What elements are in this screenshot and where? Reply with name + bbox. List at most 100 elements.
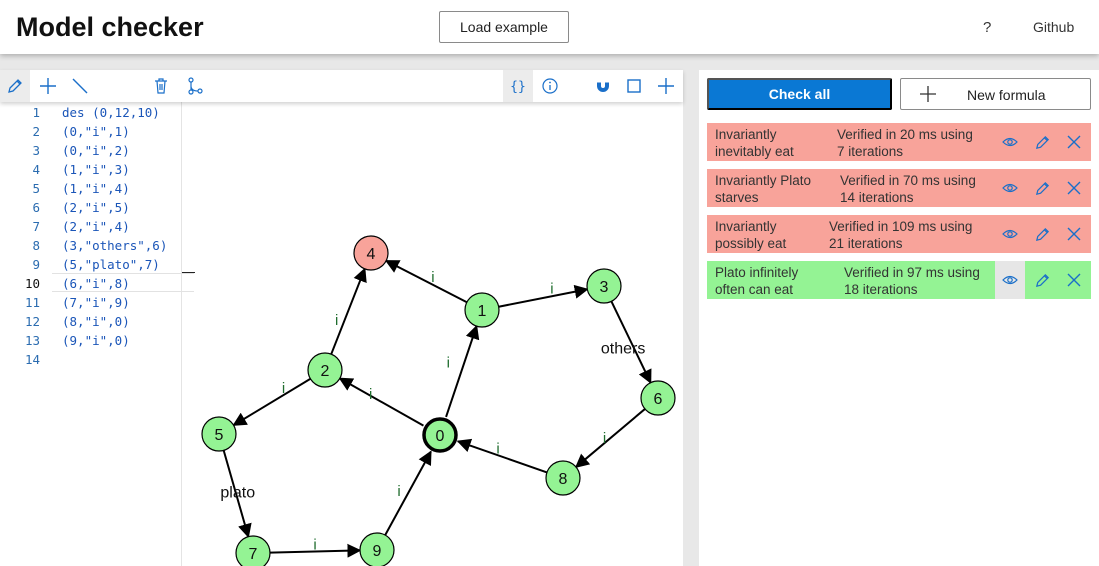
state-label: 1: [478, 303, 487, 320]
eye-icon[interactable]: [995, 215, 1025, 253]
edge-0-2[interactable]: [338, 377, 424, 427]
eye-icon[interactable]: [995, 261, 1025, 299]
edge-0-1[interactable]: [445, 324, 480, 418]
zoom-in-icon[interactable]: [651, 70, 681, 102]
state-label: 9: [373, 543, 382, 560]
state-node-7[interactable]: 7: [235, 535, 271, 566]
check-all-button[interactable]: Check all: [707, 78, 892, 110]
edge-label: i: [369, 386, 372, 403]
state-node-9[interactable]: 9: [359, 532, 395, 566]
state-node-8[interactable]: 8: [545, 460, 581, 496]
plus-icon[interactable]: [33, 70, 63, 102]
state-node-2[interactable]: 2: [307, 352, 343, 388]
github-link[interactable]: Github: [1033, 19, 1074, 35]
code-line[interactable]: 5 (1,"i",4): [0, 179, 182, 198]
code-line[interactable]: 10 (6,"i",8): [0, 274, 182, 293]
edge-label: others: [601, 341, 645, 358]
braces-icon[interactable]: {}: [503, 70, 533, 102]
state-node-6[interactable]: 6: [640, 380, 676, 416]
line-number: 10: [24, 276, 40, 291]
edge-1-4[interactable]: [384, 259, 468, 304]
formula-name: Invariantly possibly eat: [715, 219, 787, 251]
pencil-icon[interactable]: [1027, 215, 1057, 253]
pencil-icon[interactable]: [0, 70, 30, 102]
close-icon[interactable]: [1059, 215, 1089, 253]
code-line[interactable]: 6 (2,"i",5): [0, 198, 182, 217]
formula-name: Invariantly inevitably eat: [715, 127, 794, 159]
edge-8-0[interactable]: [456, 438, 548, 474]
line-number: 14: [24, 352, 40, 367]
state-graph[interactable]: i i i i i i others plato i i i i 0 1 2 3 4 5 6 7 8 9: [182, 102, 683, 566]
trash-icon[interactable]: [146, 70, 176, 102]
code-line[interactable]: 12 (8,"i",0): [0, 312, 182, 331]
line-number: 2: [32, 124, 40, 139]
app-title: Model checker: [16, 12, 204, 42]
code-line[interactable]: 9 (5,"plato",7): [0, 255, 182, 274]
formula-status: Verified in 109 ms using 21 iterations: [829, 219, 973, 251]
pencil-icon[interactable]: [1027, 169, 1057, 207]
eye-icon[interactable]: [995, 169, 1025, 207]
load-example-button[interactable]: Load example: [439, 11, 569, 43]
code-editor[interactable]: 1 des (0,12,10) 2 (0,"i",1) 3 (0,"i",2) 4 (1,"i…: [0, 102, 195, 566]
magnet-icon[interactable]: [588, 70, 618, 102]
state-label: 8: [559, 471, 568, 488]
code-line[interactable]: 1 des (0,12,10): [0, 103, 182, 122]
close-icon[interactable]: [1059, 261, 1089, 299]
edge-6-8[interactable]: [574, 408, 646, 468]
code-line[interactable]: 7 (2,"i",4): [0, 217, 182, 236]
state-node-0[interactable]: 0: [422, 417, 458, 453]
edge-2-5[interactable]: [232, 377, 311, 427]
state-node-1[interactable]: 1: [464, 292, 500, 328]
pencil-icon[interactable]: [1027, 261, 1057, 299]
edge-label: i: [550, 280, 553, 297]
formula-row[interactable]: Invariantly Plato starves Verified in 70 …: [707, 169, 1091, 207]
state-node-4[interactable]: 4: [353, 235, 389, 271]
edge-label: i: [447, 355, 450, 372]
code-line[interactable]: 13 (9,"i",0): [0, 331, 182, 350]
code-text: (1,"i",3): [62, 162, 130, 177]
edge-label: i: [397, 483, 400, 500]
state-label: 0: [436, 428, 445, 445]
code-text: (8,"i",0): [62, 314, 130, 329]
square-icon[interactable]: [619, 70, 649, 102]
code-line[interactable]: 8 (3,"others",6): [0, 236, 182, 255]
close-icon[interactable]: [1059, 169, 1089, 207]
info-icon[interactable]: [535, 70, 565, 102]
pencil-icon[interactable]: [1027, 123, 1057, 161]
code-text: (0,"i",1): [62, 124, 130, 139]
state-node-5[interactable]: 5: [201, 416, 237, 452]
line-icon[interactable]: [65, 70, 95, 102]
code-line[interactable]: 2 (0,"i",1): [0, 122, 182, 141]
edge-9-0[interactable]: [384, 450, 432, 536]
formula-status: Verified in 70 ms using 14 iterations: [840, 173, 976, 205]
code-line[interactable]: 11 (7,"i",9): [0, 293, 182, 312]
line-number: 8: [32, 238, 40, 253]
line-number: 3: [32, 143, 40, 158]
state-node-3[interactable]: 3: [586, 268, 622, 304]
edge-label: i: [496, 440, 499, 457]
code-text: (9,"i",0): [62, 333, 130, 348]
edge-1-3[interactable]: [498, 284, 589, 308]
edge-label: i: [313, 537, 316, 554]
help-link[interactable]: ?: [983, 19, 991, 36]
model-editor-panel: {} 1 des (0,12,10) 2 (0,"i",1) 3 (0,"i",2) 4 (1…: [0, 70, 683, 566]
code-line[interactable]: 14: [0, 350, 182, 369]
eye-icon[interactable]: [995, 123, 1025, 161]
formula-name: Invariantly Plato starves: [715, 173, 812, 205]
code-line[interactable]: 3 (0,"i",2): [0, 141, 182, 160]
line-number: 1: [32, 105, 40, 120]
new-formula-button[interactable]: New formula: [900, 78, 1091, 110]
state-label: 7: [249, 546, 258, 563]
code-text: des (0,12,10): [62, 105, 160, 120]
formula-status: Verified in 97 ms using 18 iterations: [844, 265, 980, 297]
formula-row[interactable]: Invariantly inevitably eat Verified in 20…: [707, 123, 1091, 161]
code-line[interactable]: 4 (1,"i",3): [0, 160, 182, 179]
code-text: (2,"i",5): [62, 200, 130, 215]
formula-row[interactable]: Invariantly possibly eat Verified in 109 …: [707, 215, 1091, 253]
close-icon[interactable]: [1059, 123, 1089, 161]
code-text: (0,"i",2): [62, 143, 130, 158]
line-number: 12: [24, 314, 40, 329]
code-text: (7,"i",9): [62, 295, 130, 310]
branch-icon[interactable]: [180, 70, 210, 102]
formula-row[interactable]: Plato infinitely often can eat Verified i…: [707, 261, 1091, 299]
